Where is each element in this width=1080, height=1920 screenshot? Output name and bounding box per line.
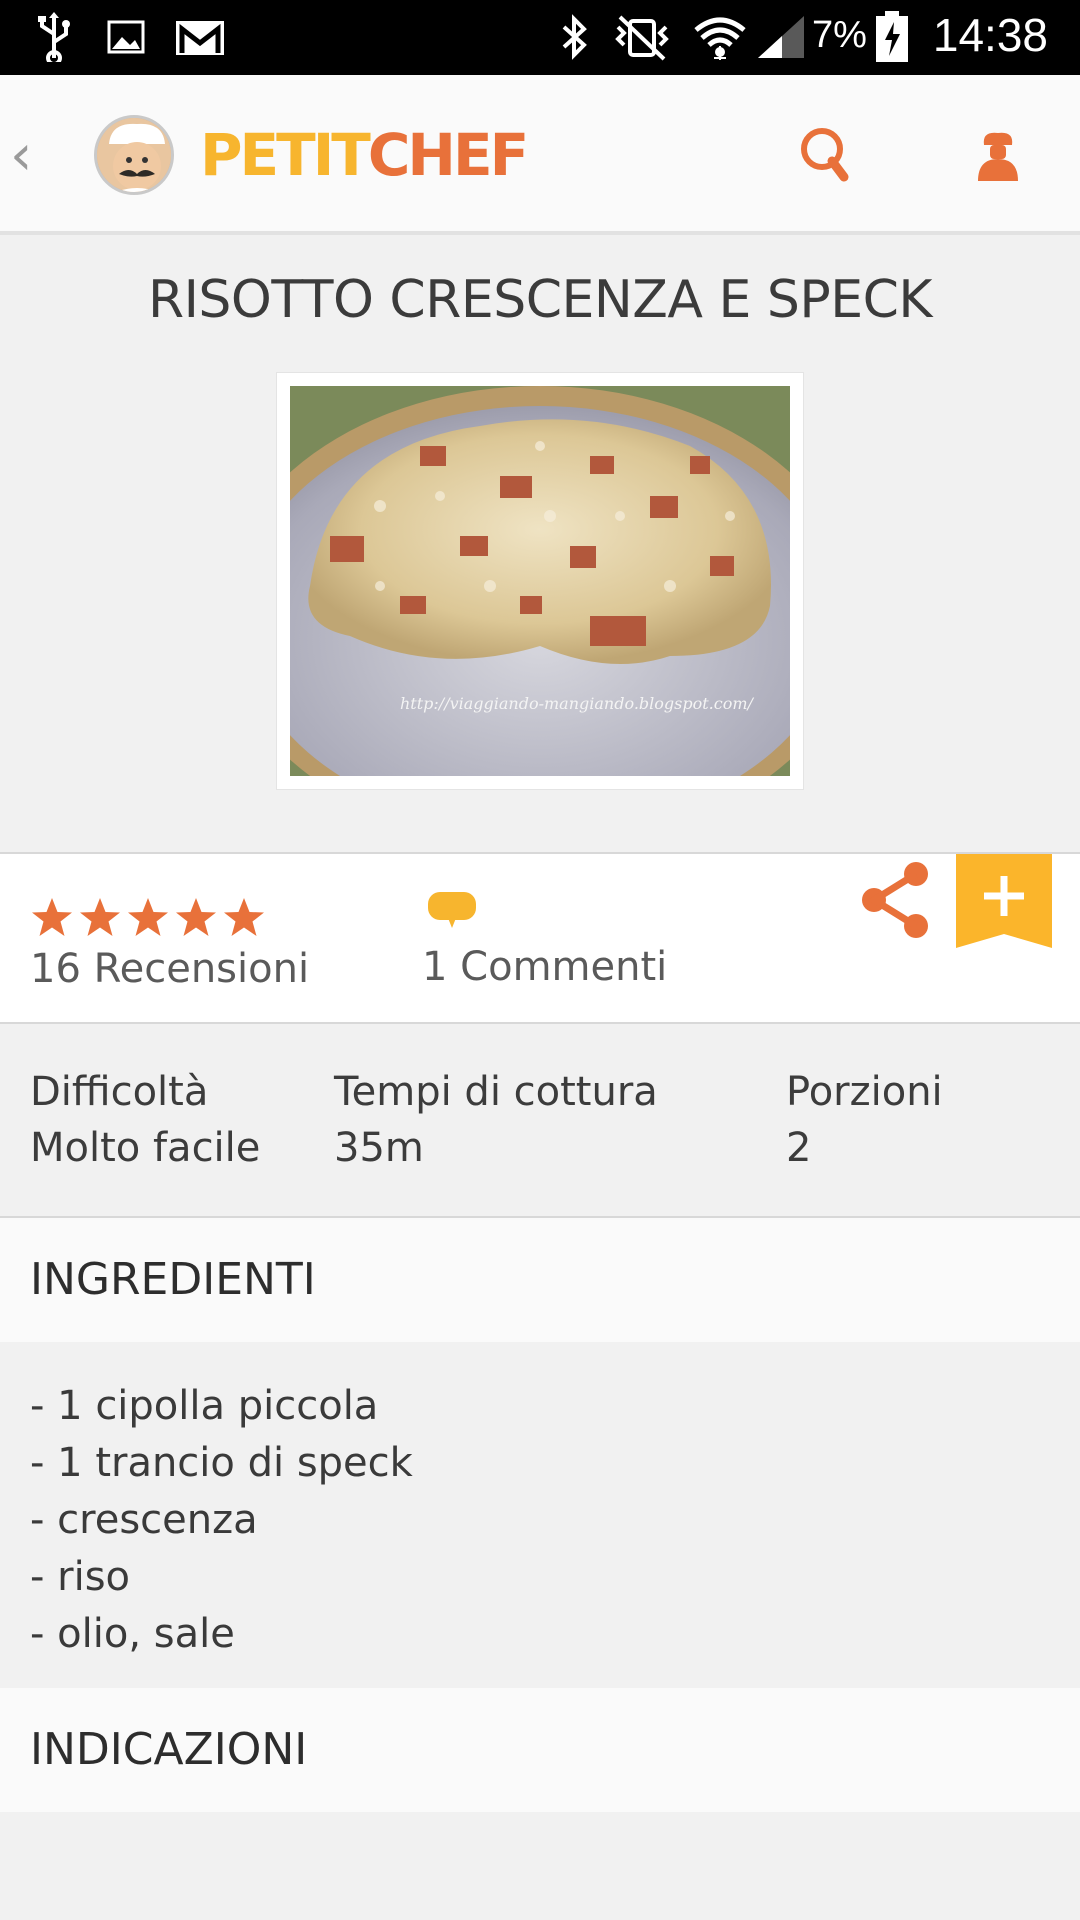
servings-value: 2 xyxy=(786,1125,812,1171)
difficulty-label: Difficoltà xyxy=(30,1069,209,1115)
comment-bubble-icon[interactable] xyxy=(426,890,478,934)
cooking-time-block: Tempi di cottura 35m xyxy=(334,1064,658,1176)
recipe-photo-frame: http://viaggiando-mangiando.blogspot.com… xyxy=(276,372,804,790)
difficulty-value: Molto facile xyxy=(30,1125,261,1171)
wifi-icon xyxy=(692,12,748,62)
status-bar: 7% 14:38 xyxy=(0,0,1080,75)
cooking-time-value: 35m xyxy=(334,1125,424,1171)
servings-label: Porzioni xyxy=(786,1069,943,1115)
app-header: ‹ PETITCHEF xyxy=(0,75,1080,235)
comments-count: 1 xyxy=(422,944,448,990)
ingredient-item: - riso xyxy=(30,1554,131,1600)
battery-icon xyxy=(874,11,910,62)
star-icon xyxy=(176,898,216,936)
clock: 14:38 xyxy=(932,9,1048,61)
photo-watermark: http://viaggiando-mangiando.blogspot.com… xyxy=(400,694,753,713)
servings-block: Porzioni 2 xyxy=(786,1064,943,1176)
comments-label: Commenti xyxy=(460,944,668,990)
directions-header: INDICAZIONI xyxy=(0,1688,1080,1812)
rating-stars[interactable] xyxy=(30,896,266,940)
reviews-count: 16 xyxy=(30,946,81,992)
bluetooth-icon xyxy=(558,12,592,62)
star-icon xyxy=(128,898,168,936)
usb-icon xyxy=(36,12,72,62)
ingredients-list: - 1 cipolla piccola - 1 trancio di speck… xyxy=(0,1342,1080,1688)
back-chevron-icon[interactable]: ‹ xyxy=(10,123,32,188)
image-icon xyxy=(106,12,146,62)
recipe-photo[interactable]: http://viaggiando-mangiando.blogspot.com… xyxy=(290,386,790,776)
vibrate-icon xyxy=(614,12,670,62)
ingredient-item: - crescenza xyxy=(30,1497,258,1543)
signal-icon xyxy=(756,12,806,62)
ingredients-header: INGREDIENTI xyxy=(0,1218,1080,1342)
ingredient-item: - 1 trancio di speck xyxy=(30,1440,413,1486)
chef-profile-icon[interactable] xyxy=(968,125,1028,185)
gmail-icon xyxy=(174,12,226,62)
star-icon xyxy=(224,898,264,936)
battery-percent: 7% xyxy=(812,14,867,56)
difficulty-block: Difficoltà Molto facile xyxy=(30,1064,260,1176)
rating-bar: 16 Recensioni 1 Commenti xyxy=(0,852,1080,1024)
reviews-label: Recensioni xyxy=(93,946,310,992)
petitchef-logo: PETITCHEF xyxy=(200,121,529,189)
star-icon xyxy=(32,898,72,936)
comments-link[interactable]: 1 Commenti xyxy=(422,944,667,990)
ingredients-title: INGREDIENTI xyxy=(30,1254,316,1305)
star-icon xyxy=(80,898,120,936)
search-icon[interactable] xyxy=(796,125,856,185)
recipe-title: RISOTTO CRESCENZA E SPECK xyxy=(147,270,933,330)
reviews-link[interactable]: 16 Recensioni xyxy=(30,946,309,992)
directions-title: INDICAZIONI xyxy=(30,1724,308,1775)
chef-logo-icon xyxy=(94,115,174,195)
add-to-cookbook-button[interactable] xyxy=(956,854,1052,948)
ingredient-item: - 1 cipolla piccola xyxy=(30,1383,379,1429)
cooking-time-label: Tempi di cottura xyxy=(334,1069,658,1115)
share-icon[interactable] xyxy=(858,860,934,944)
recipe-info: Difficoltà Molto facile Tempi di cottura… xyxy=(0,1024,1080,1218)
ingredient-item: - olio, sale xyxy=(30,1611,235,1657)
